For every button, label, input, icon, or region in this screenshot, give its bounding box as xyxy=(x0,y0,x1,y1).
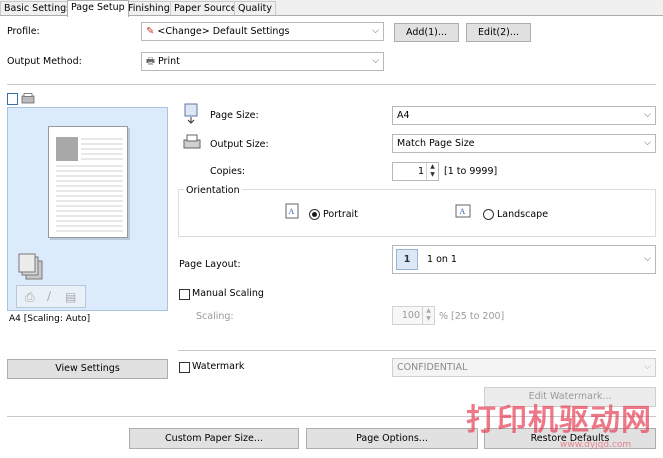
pencil-icon: ✎ xyxy=(146,26,155,37)
scaling-range: % [25 to 200] xyxy=(439,311,505,322)
copies-value: 1 xyxy=(417,166,424,177)
page-size-select[interactable]: A4 ⌵ xyxy=(392,106,656,125)
svg-text:A: A xyxy=(460,207,466,216)
output-method-label: Output Method: xyxy=(7,56,82,67)
add-profile-button[interactable]: Add(1)... xyxy=(394,23,459,42)
portrait-radio[interactable] xyxy=(309,209,320,220)
portrait-label: Portrait xyxy=(323,209,358,220)
output-size-select[interactable]: Match Page Size ⌵ xyxy=(392,134,656,153)
chevron-down-icon: ⌵ xyxy=(372,26,379,36)
orientation-label: Orientation xyxy=(184,185,242,197)
printer-icon: 🖶 xyxy=(146,56,155,67)
output-printer-icon xyxy=(183,134,201,149)
profile-select-value: <Change> Default Settings xyxy=(157,26,290,37)
watermark-label: Watermark xyxy=(192,361,245,372)
custom-paper-size-button[interactable]: Custom Paper Size... xyxy=(129,428,299,449)
chevron-down-icon: ⌵ xyxy=(372,56,379,66)
scaling-label: Scaling: xyxy=(196,311,234,322)
tab-basic-settings[interactable]: Basic Settings xyxy=(0,1,76,16)
site-watermark-url: www.dyjqd.com xyxy=(560,440,632,450)
manual-scaling-checkbox[interactable] xyxy=(179,289,190,300)
output-size-label: Output Size: xyxy=(210,139,269,150)
page-layout-value: 1 on 1 xyxy=(427,254,457,265)
preview-body-lines xyxy=(56,165,123,232)
scaling-spinner[interactable]: ▲ ▼ xyxy=(422,307,434,324)
page-preview-area: ⎙ ∕ ▤ xyxy=(7,107,168,311)
chevron-down-icon: ⌵ xyxy=(644,110,651,120)
tab-finishing[interactable]: Finishing xyxy=(124,1,174,16)
landscape-radio[interactable] xyxy=(483,209,494,220)
output-method-value: Print xyxy=(158,56,180,67)
landscape-label: Landscape xyxy=(497,209,549,220)
slash-icon: ∕ xyxy=(47,289,52,303)
page-size-label: Page Size: xyxy=(210,110,259,121)
watermark-value: CONFIDENTIAL xyxy=(397,362,468,373)
output-method-select[interactable]: 🖶 Print ⌵ xyxy=(141,52,384,71)
printer-view-icon[interactable] xyxy=(21,93,35,105)
copies-label: Copies: xyxy=(210,166,246,177)
site-watermark-text: 打印机驱动网 xyxy=(466,403,652,438)
landscape-icon: A xyxy=(455,204,471,218)
edit-profile-button[interactable]: Edit(2)... xyxy=(466,23,531,42)
tab-quality[interactable]: Quality xyxy=(234,1,276,16)
page-size-icon xyxy=(184,103,198,124)
copies-spinner[interactable]: ▲ ▼ xyxy=(426,163,438,180)
tab-page-setup[interactable]: Page Setup xyxy=(67,0,129,17)
copies-stack-icon xyxy=(18,253,43,280)
copies-range: [1 to 9999] xyxy=(444,166,498,177)
page-layout-select[interactable]: 1 1 on 1 ⌵ xyxy=(392,245,656,274)
finishing-icons-box: ⎙ ∕ ▤ xyxy=(16,285,86,308)
scaling-input[interactable]: 100 ▲ ▼ xyxy=(392,306,435,325)
separator xyxy=(7,84,656,85)
page-options-button[interactable]: Page Options... xyxy=(306,428,478,449)
profile-select[interactable]: ✎ <Change> Default Settings ⌵ xyxy=(141,22,384,41)
output-size-value: Match Page Size xyxy=(397,138,475,149)
scaling-value: 100 xyxy=(401,310,420,321)
orientation-group xyxy=(178,189,656,237)
portrait-view-icon[interactable] xyxy=(7,93,18,105)
chevron-down-icon: ⌵ xyxy=(644,138,651,148)
chevron-down-icon: ⌵ xyxy=(644,362,651,372)
profile-label: Profile: xyxy=(7,26,40,37)
tab-bar: Basic Settings Page Setup Finishing Pape… xyxy=(0,0,663,17)
chevron-down-icon: ⌵ xyxy=(644,254,651,264)
page-preview-sheet xyxy=(48,126,128,238)
portrait-icon: A xyxy=(285,203,299,219)
page-size-value: A4 xyxy=(397,110,410,121)
page-layout-icon: 1 xyxy=(396,249,418,270)
preview-image-block xyxy=(56,137,78,161)
tab-paper-source[interactable]: Paper Source xyxy=(170,1,241,16)
view-settings-button[interactable]: View Settings xyxy=(7,359,168,379)
preview-status-text: A4 [Scaling: Auto] xyxy=(9,314,91,324)
svg-text:A: A xyxy=(289,207,295,216)
page-layout-label: Page Layout: xyxy=(179,259,241,270)
watermark-checkbox[interactable] xyxy=(179,362,190,373)
watermark-select[interactable]: CONFIDENTIAL ⌵ xyxy=(392,358,656,377)
manual-scaling-label: Manual Scaling xyxy=(192,288,264,299)
copies-input[interactable]: 1 ▲ ▼ xyxy=(392,162,439,181)
document-icon: ▤ xyxy=(65,290,77,304)
separator xyxy=(178,350,656,351)
staple-icon: ⎙ xyxy=(25,290,35,304)
